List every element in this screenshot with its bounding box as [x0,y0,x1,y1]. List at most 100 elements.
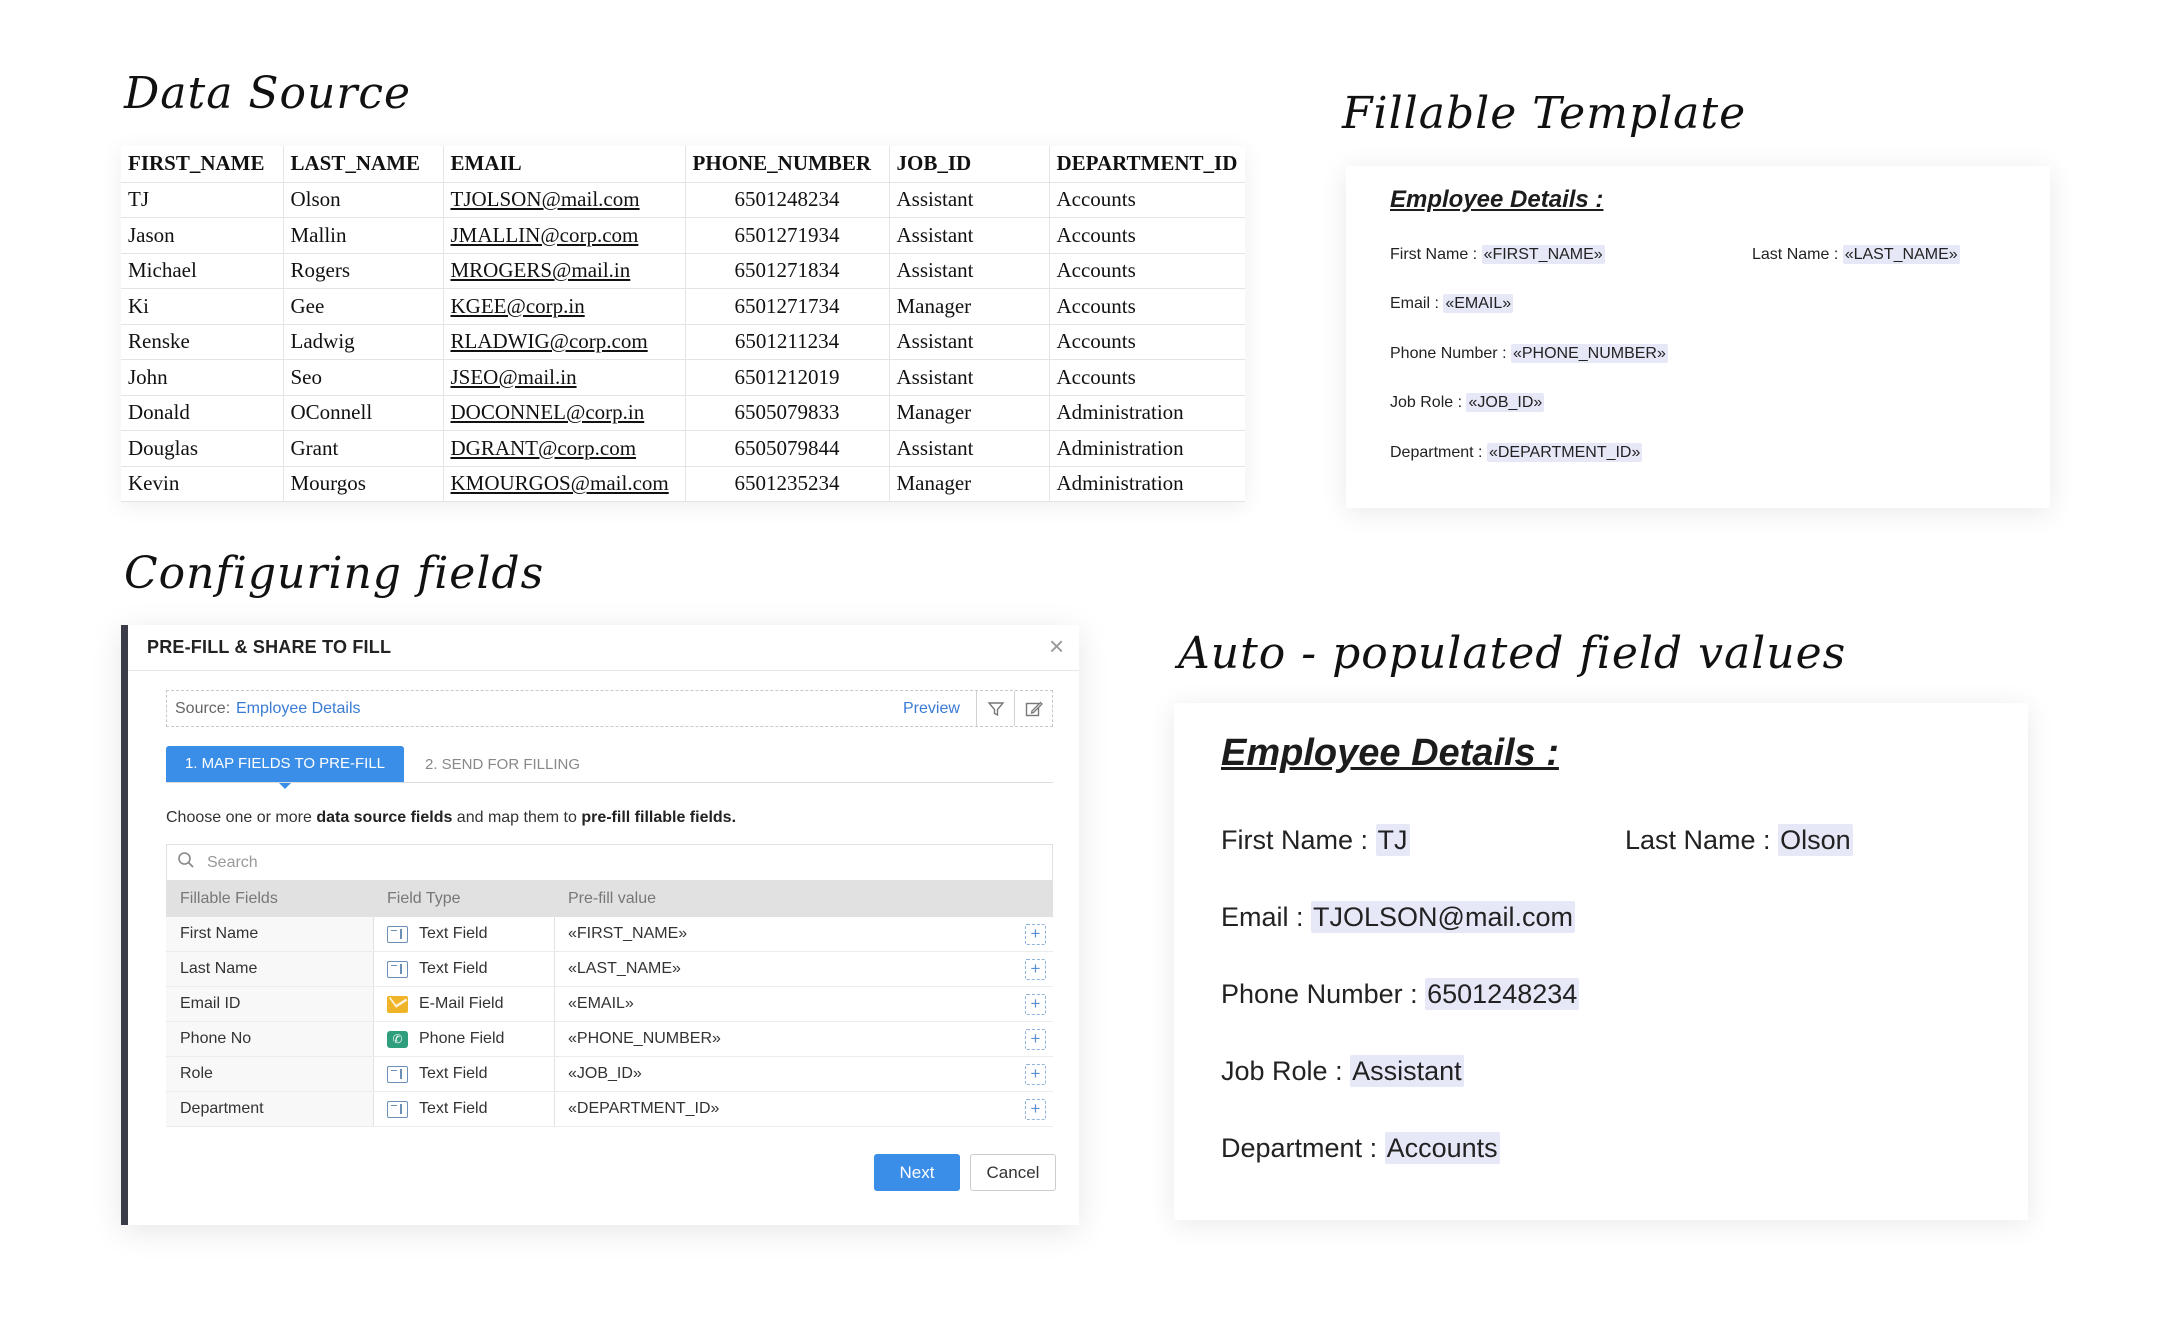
text-field-icon [387,1065,408,1083]
dialog-header: PRE-FILL & SHARE TO FILL × [128,625,1079,671]
edit-source-button[interactable] [1014,691,1052,726]
column-header: JOB_ID [889,146,1050,183]
column-header: PHONE_NUMBER [685,146,890,183]
field-token: «DEPARTMENT_ID» [1486,443,1643,462]
prefill-value[interactable]: «FIRST_NAME» + [555,917,1053,951]
template-phone: Phone Number : «PHONE_NUMBER» [1390,344,1668,363]
tab-map-fields[interactable]: 1. MAP FIELDS TO PRE-FILL [166,746,404,782]
table-row: Renske Ladwig RLADWIG@corp.com 6501211234 As… [121,324,1245,360]
table-cell: Accounts [1049,359,1245,396]
table-cell: Assistant [889,217,1050,254]
table-row: TJ Olson TJOLSON@mail.com 6501248234 Assista… [121,182,1245,218]
preview-link[interactable]: Preview [903,700,960,718]
email-link[interactable]: DOCONNEL@corp.in [443,395,686,431]
field-token: «EMAIL» [1443,294,1514,313]
prefill-value[interactable]: «LAST_NAME» + [555,952,1053,986]
prefill-value[interactable]: «JOB_ID» + [555,1057,1053,1091]
table-cell: Accounts [1049,217,1245,254]
table-cell: Accounts [1049,253,1245,289]
prefill-value-text: «DEPARTMENT_ID» [568,1100,720,1117]
template-job-role: Job Role : «JOB_ID» [1390,393,1545,412]
add-field-icon[interactable]: + [1025,994,1046,1015]
field-token: «JOB_ID» [1466,393,1545,412]
auto-department: Department : Accounts [1221,1132,1500,1164]
add-field-icon[interactable]: + [1025,1029,1046,1050]
prefill-value-text: «EMAIL» [568,995,634,1012]
cancel-button[interactable]: Cancel [970,1154,1056,1191]
prefill-value-text: «PHONE_NUMBER» [568,1030,721,1047]
prefill-value[interactable]: «DEPARTMENT_ID» + [555,1092,1053,1126]
field-token: «PHONE_NUMBER» [1510,344,1668,363]
field-type-label: Text Field [419,960,488,977]
table-cell: Mourgos [283,466,444,502]
column-header: Pre-fill value [568,890,657,907]
search-box [166,844,1053,881]
table-cell: 6501212019 [685,359,890,396]
field-type: Text Field [374,1057,555,1091]
prefill-value[interactable]: «EMAIL» + [555,987,1053,1021]
table-cell: Ki [121,288,284,325]
email-link[interactable]: KGEE@corp.in [443,288,686,325]
instructions-bold: data source fields [316,809,453,826]
prefill-value-text: «FIRST_NAME» [568,925,688,942]
add-field-icon[interactable]: + [1025,924,1046,945]
email-link[interactable]: RLADWIG@corp.com [443,324,686,360]
table-cell: Rogers [283,253,444,289]
table-row: Jason Mallin JMALLIN@corp.com 6501271934 Ass… [121,217,1245,254]
source-value-link[interactable]: Employee Details [236,700,361,718]
table-row: Douglas Grant DGRANT@corp.com 6505079844 Ass… [121,430,1245,467]
field-type: Text Field [374,952,555,986]
table-cell: Kevin [121,466,284,502]
auto-phone: Phone Number : 6501248234 [1221,978,1580,1010]
table-cell: 6505079844 [685,430,890,467]
tab-send-for-filling[interactable]: 2. SEND FOR FILLING [425,756,580,773]
search-input[interactable] [207,851,1027,875]
email-link[interactable]: MROGERS@mail.in [443,253,686,289]
field-label: Department : [1221,1133,1385,1163]
field-label: Email : [1221,902,1312,932]
instructions: Choose one or more data source fields an… [166,809,736,827]
email-link[interactable]: KMOURGOS@mail.com [443,466,686,502]
add-field-icon[interactable]: + [1025,1099,1046,1120]
field-label: Job Role : [1221,1056,1351,1086]
table-cell: Ladwig [283,324,444,360]
field-label: Phone Number : [1221,979,1426,1009]
next-button[interactable]: Next [874,1154,960,1191]
field-label: First Name : [1390,246,1482,263]
table-cell: Assistant [889,359,1050,396]
field-value: 6501248234 [1425,978,1580,1010]
table-cell: Assistant [889,253,1050,289]
field-type-label: Text Field [419,1065,488,1082]
phone-field-icon: ✆ [387,1030,408,1048]
column-header: EMAIL [443,146,686,183]
data-source-table: FIRST_NAME LAST_NAME EMAIL PHONE_NUMBER … [121,146,1245,502]
email-field-icon [387,995,408,1013]
table-row: Ki Gee KGEE@corp.in 6501271734 Manager Accoun… [121,288,1245,325]
email-link[interactable]: TJOLSON@mail.com [443,182,686,218]
prefill-value[interactable]: «PHONE_NUMBER» + [555,1022,1053,1056]
template-department: Department : «DEPARTMENT_ID» [1390,443,1643,462]
add-field-icon[interactable]: + [1025,1064,1046,1085]
table-cell: OConnell [283,395,444,431]
field-row: Role Text Field «JOB_ID» + [166,1057,1053,1092]
close-icon[interactable]: × [1049,631,1064,662]
text-field-icon [387,925,408,943]
table-cell: 6501271734 [685,288,890,325]
table-row: Donald OConnell DOCONNEL@corp.in 6505079833… [121,395,1245,431]
column-header: Field Type [374,881,555,917]
template-email: Email : «EMAIL» [1390,294,1514,313]
fillable-template-heading: Fillable Template [1342,88,1747,139]
table-cell: 6501271834 [685,253,890,289]
source-bar: Source: Employee Details Preview [166,690,1053,727]
table-cell: Donald [121,395,284,431]
field-type-label: Text Field [419,1100,488,1117]
email-link[interactable]: DGRANT@corp.com [443,430,686,467]
configuring-fields-heading: Configuring fields [124,548,545,599]
field-type-label: Phone Field [419,1030,505,1047]
table-cell: Assistant [889,182,1050,218]
email-link[interactable]: JSEO@mail.in [443,359,686,396]
add-field-icon[interactable]: + [1025,959,1046,980]
source-label: Source: [175,700,231,717]
filter-button[interactable] [976,691,1014,726]
email-link[interactable]: JMALLIN@corp.com [443,217,686,254]
